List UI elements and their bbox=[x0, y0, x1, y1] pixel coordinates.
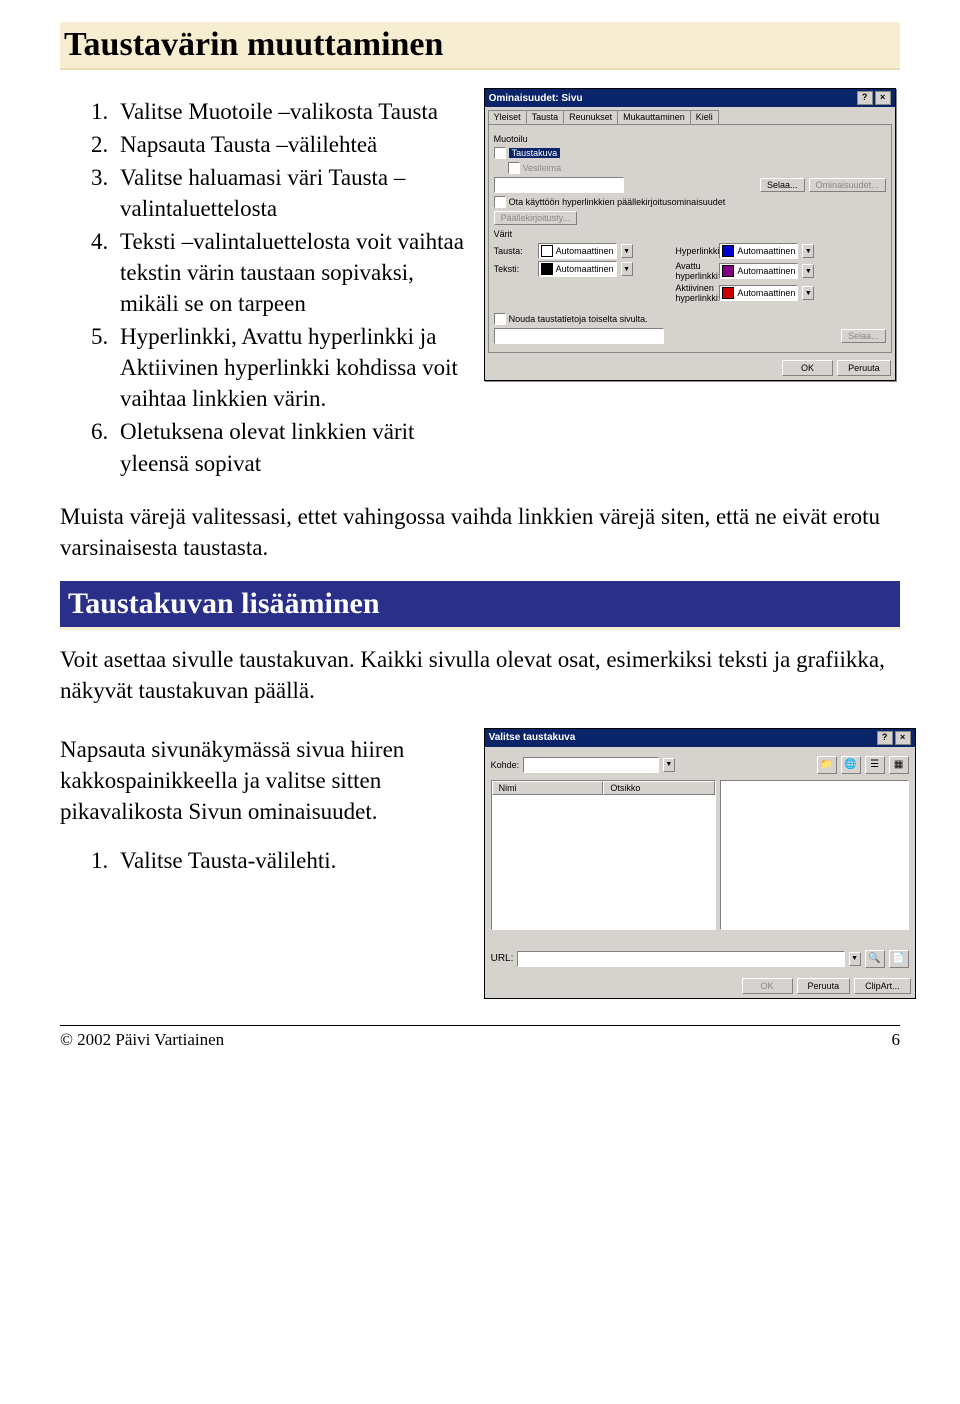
tab-yleiset[interactable]: Yleiset bbox=[488, 110, 527, 124]
color-label: Teksti: bbox=[494, 264, 534, 274]
color-swatch-icon bbox=[722, 245, 734, 257]
tab-tausta[interactable]: Tausta bbox=[526, 110, 565, 124]
ok-button[interactable]: OK bbox=[742, 978, 793, 994]
heading-taustavarin: Taustavärin muuttaminen bbox=[60, 22, 900, 70]
list-item: Teksti –valintaluettelosta voit vaihtaa … bbox=[114, 226, 472, 319]
details-view-icon[interactable]: ▦ bbox=[889, 756, 909, 774]
list-item: Valitse Muotoile –valikosta Tausta bbox=[114, 96, 472, 127]
close-icon[interactable]: × bbox=[875, 91, 891, 105]
steps-list-2: Valitse Tausta-välilehti. bbox=[60, 845, 472, 876]
selaa-button[interactable]: Selaa... bbox=[760, 178, 805, 192]
chevron-down-icon[interactable]: ▼ bbox=[802, 286, 814, 300]
color-select[interactable]: Automaattinen bbox=[719, 285, 798, 301]
clipart-button[interactable]: ClipArt... bbox=[854, 978, 911, 994]
chevron-down-icon[interactable]: ▼ bbox=[621, 262, 633, 276]
list-item: Valitse haluamasi väri Tausta –valintalu… bbox=[114, 162, 472, 224]
color-row: Tausta: Automaattinen ▼ bbox=[494, 243, 656, 259]
group-muotoilu: Muotoilu bbox=[494, 134, 886, 144]
color-label: Avattu hyperlinkki: bbox=[675, 261, 715, 281]
peruuta-button[interactable]: Peruuta bbox=[837, 360, 891, 376]
col-nimi[interactable]: Nimi bbox=[492, 781, 604, 795]
color-swatch-icon bbox=[722, 287, 734, 299]
color-swatch-icon bbox=[541, 245, 553, 257]
color-value: Automaattinen bbox=[737, 288, 795, 298]
preview-pane bbox=[720, 780, 908, 930]
close-icon[interactable]: × bbox=[895, 731, 911, 745]
color-row: Aktiivinen hyperlinkki: Automaattinen ▼ bbox=[675, 283, 885, 303]
chevron-down-icon[interactable]: ▼ bbox=[802, 264, 814, 278]
heading-taustakuvan: Taustakuvan lisääminen bbox=[60, 581, 900, 630]
color-select[interactable]: Automaattinen bbox=[719, 263, 798, 279]
ominaisuudet-button[interactable]: Ominaisuudet... bbox=[809, 178, 886, 192]
file-list[interactable]: Nimi Otsikko bbox=[491, 780, 717, 930]
color-swatch-icon bbox=[722, 265, 734, 277]
url-dropdown-icon[interactable]: ▼ bbox=[849, 952, 861, 966]
checkbox-ota-kayttoon[interactable]: Ota käyttöön hyperlinkkien päällekirjoit… bbox=[494, 196, 726, 208]
color-select[interactable]: Automaattinen bbox=[538, 243, 617, 259]
steps-list-1: Valitse Muotoile –valikosta TaustaNapsau… bbox=[60, 96, 472, 479]
list-item: Oletuksena olevat linkkien värit yleensä… bbox=[114, 416, 472, 478]
taustakuva-path-input[interactable] bbox=[494, 177, 624, 193]
color-value: Automaattinen bbox=[737, 246, 795, 256]
kohde-input[interactable] bbox=[523, 757, 659, 773]
checkbox-nouda[interactable]: Nouda taustatietoja toiselta sivulta. bbox=[494, 313, 648, 325]
search-icon[interactable]: 🔍 bbox=[865, 950, 885, 968]
chevron-down-icon[interactable]: ▼ bbox=[621, 244, 633, 258]
color-row: Avattu hyperlinkki: Automaattinen ▼ bbox=[675, 261, 885, 281]
tab-mukauttaminen[interactable]: Mukauttaminen bbox=[617, 110, 691, 124]
footer-copyright: © 2002 Päivi Vartiainen bbox=[60, 1030, 224, 1050]
browse-icon[interactable]: 📄 bbox=[889, 950, 909, 968]
globe-icon[interactable]: 🌐 bbox=[841, 756, 861, 774]
color-value: Automaattinen bbox=[737, 266, 795, 276]
ok-button[interactable]: OK bbox=[782, 360, 833, 376]
color-row: Teksti: Automaattinen ▼ bbox=[494, 261, 656, 277]
color-row: Hyperlinkki: Automaattinen ▼ bbox=[675, 243, 885, 259]
color-select[interactable]: Automaattinen bbox=[538, 261, 617, 277]
list-item: Napsauta Tausta –välilehteä bbox=[114, 129, 472, 160]
dialog-valitse-taustakuva: Valitse taustakuva ? × Kohde: ▼ 📁 bbox=[484, 728, 916, 999]
instruction-paragraph: Napsauta sivunäkymässä sivua hiiren kakk… bbox=[60, 734, 472, 827]
tab-reunukset[interactable]: Reunukset bbox=[563, 110, 618, 124]
color-label: Aktiivinen hyperlinkki: bbox=[675, 283, 715, 303]
note-paragraph: Muista värejä valitessasi, ettet vahingo… bbox=[60, 501, 900, 563]
color-value: Automaattinen bbox=[556, 246, 614, 256]
kohde-dropdown-icon[interactable]: ▼ bbox=[663, 758, 675, 772]
color-value: Automaattinen bbox=[556, 264, 614, 274]
selaa2-button[interactable]: Selaa... bbox=[841, 329, 886, 343]
list-item: Hyperlinkki, Avattu hyperlinkki ja Aktii… bbox=[114, 321, 472, 414]
folder-icon[interactable]: 📁 bbox=[817, 756, 837, 774]
checkbox-vesileima[interactable]: Vesileima bbox=[508, 162, 562, 174]
checkbox-taustakuva[interactable]: Taustakuva bbox=[494, 147, 561, 159]
list-view-icon[interactable]: ☰ bbox=[865, 756, 885, 774]
color-label: Hyperlinkki: bbox=[675, 246, 715, 256]
chevron-down-icon[interactable]: ▼ bbox=[802, 244, 814, 258]
kohde-label: Kohde: bbox=[491, 760, 520, 770]
url-label: URL: bbox=[491, 953, 514, 964]
dialog-title: Ominaisuudet: Sivu bbox=[489, 93, 583, 104]
color-label: Tausta: bbox=[494, 246, 534, 256]
page-number: 6 bbox=[892, 1030, 901, 1050]
nouda-path-input[interactable] bbox=[494, 328, 665, 344]
dialog2-title: Valitse taustakuva bbox=[489, 732, 576, 743]
peruuta-button[interactable]: Peruuta bbox=[797, 978, 851, 994]
help-icon[interactable]: ? bbox=[877, 731, 893, 745]
dialog-ominaisuudet-sivu: Ominaisuudet: Sivu ? × YleisetTaustaReun… bbox=[484, 88, 896, 381]
paallekirjoitus-button[interactable]: Päällekirjoitusty... bbox=[494, 211, 577, 225]
group-varit: Värit bbox=[494, 229, 886, 239]
color-swatch-icon bbox=[541, 263, 553, 275]
url-input[interactable] bbox=[517, 951, 844, 967]
color-select[interactable]: Automaattinen bbox=[719, 243, 798, 259]
tab-kieli[interactable]: Kieli bbox=[690, 110, 719, 124]
list-item: Valitse Tausta-välilehti. bbox=[114, 845, 472, 876]
help-icon[interactable]: ? bbox=[857, 91, 873, 105]
col-otsikko[interactable]: Otsikko bbox=[603, 781, 715, 795]
intro-paragraph-2: Voit asettaa sivulle taustakuvan. Kaikki… bbox=[60, 644, 900, 706]
